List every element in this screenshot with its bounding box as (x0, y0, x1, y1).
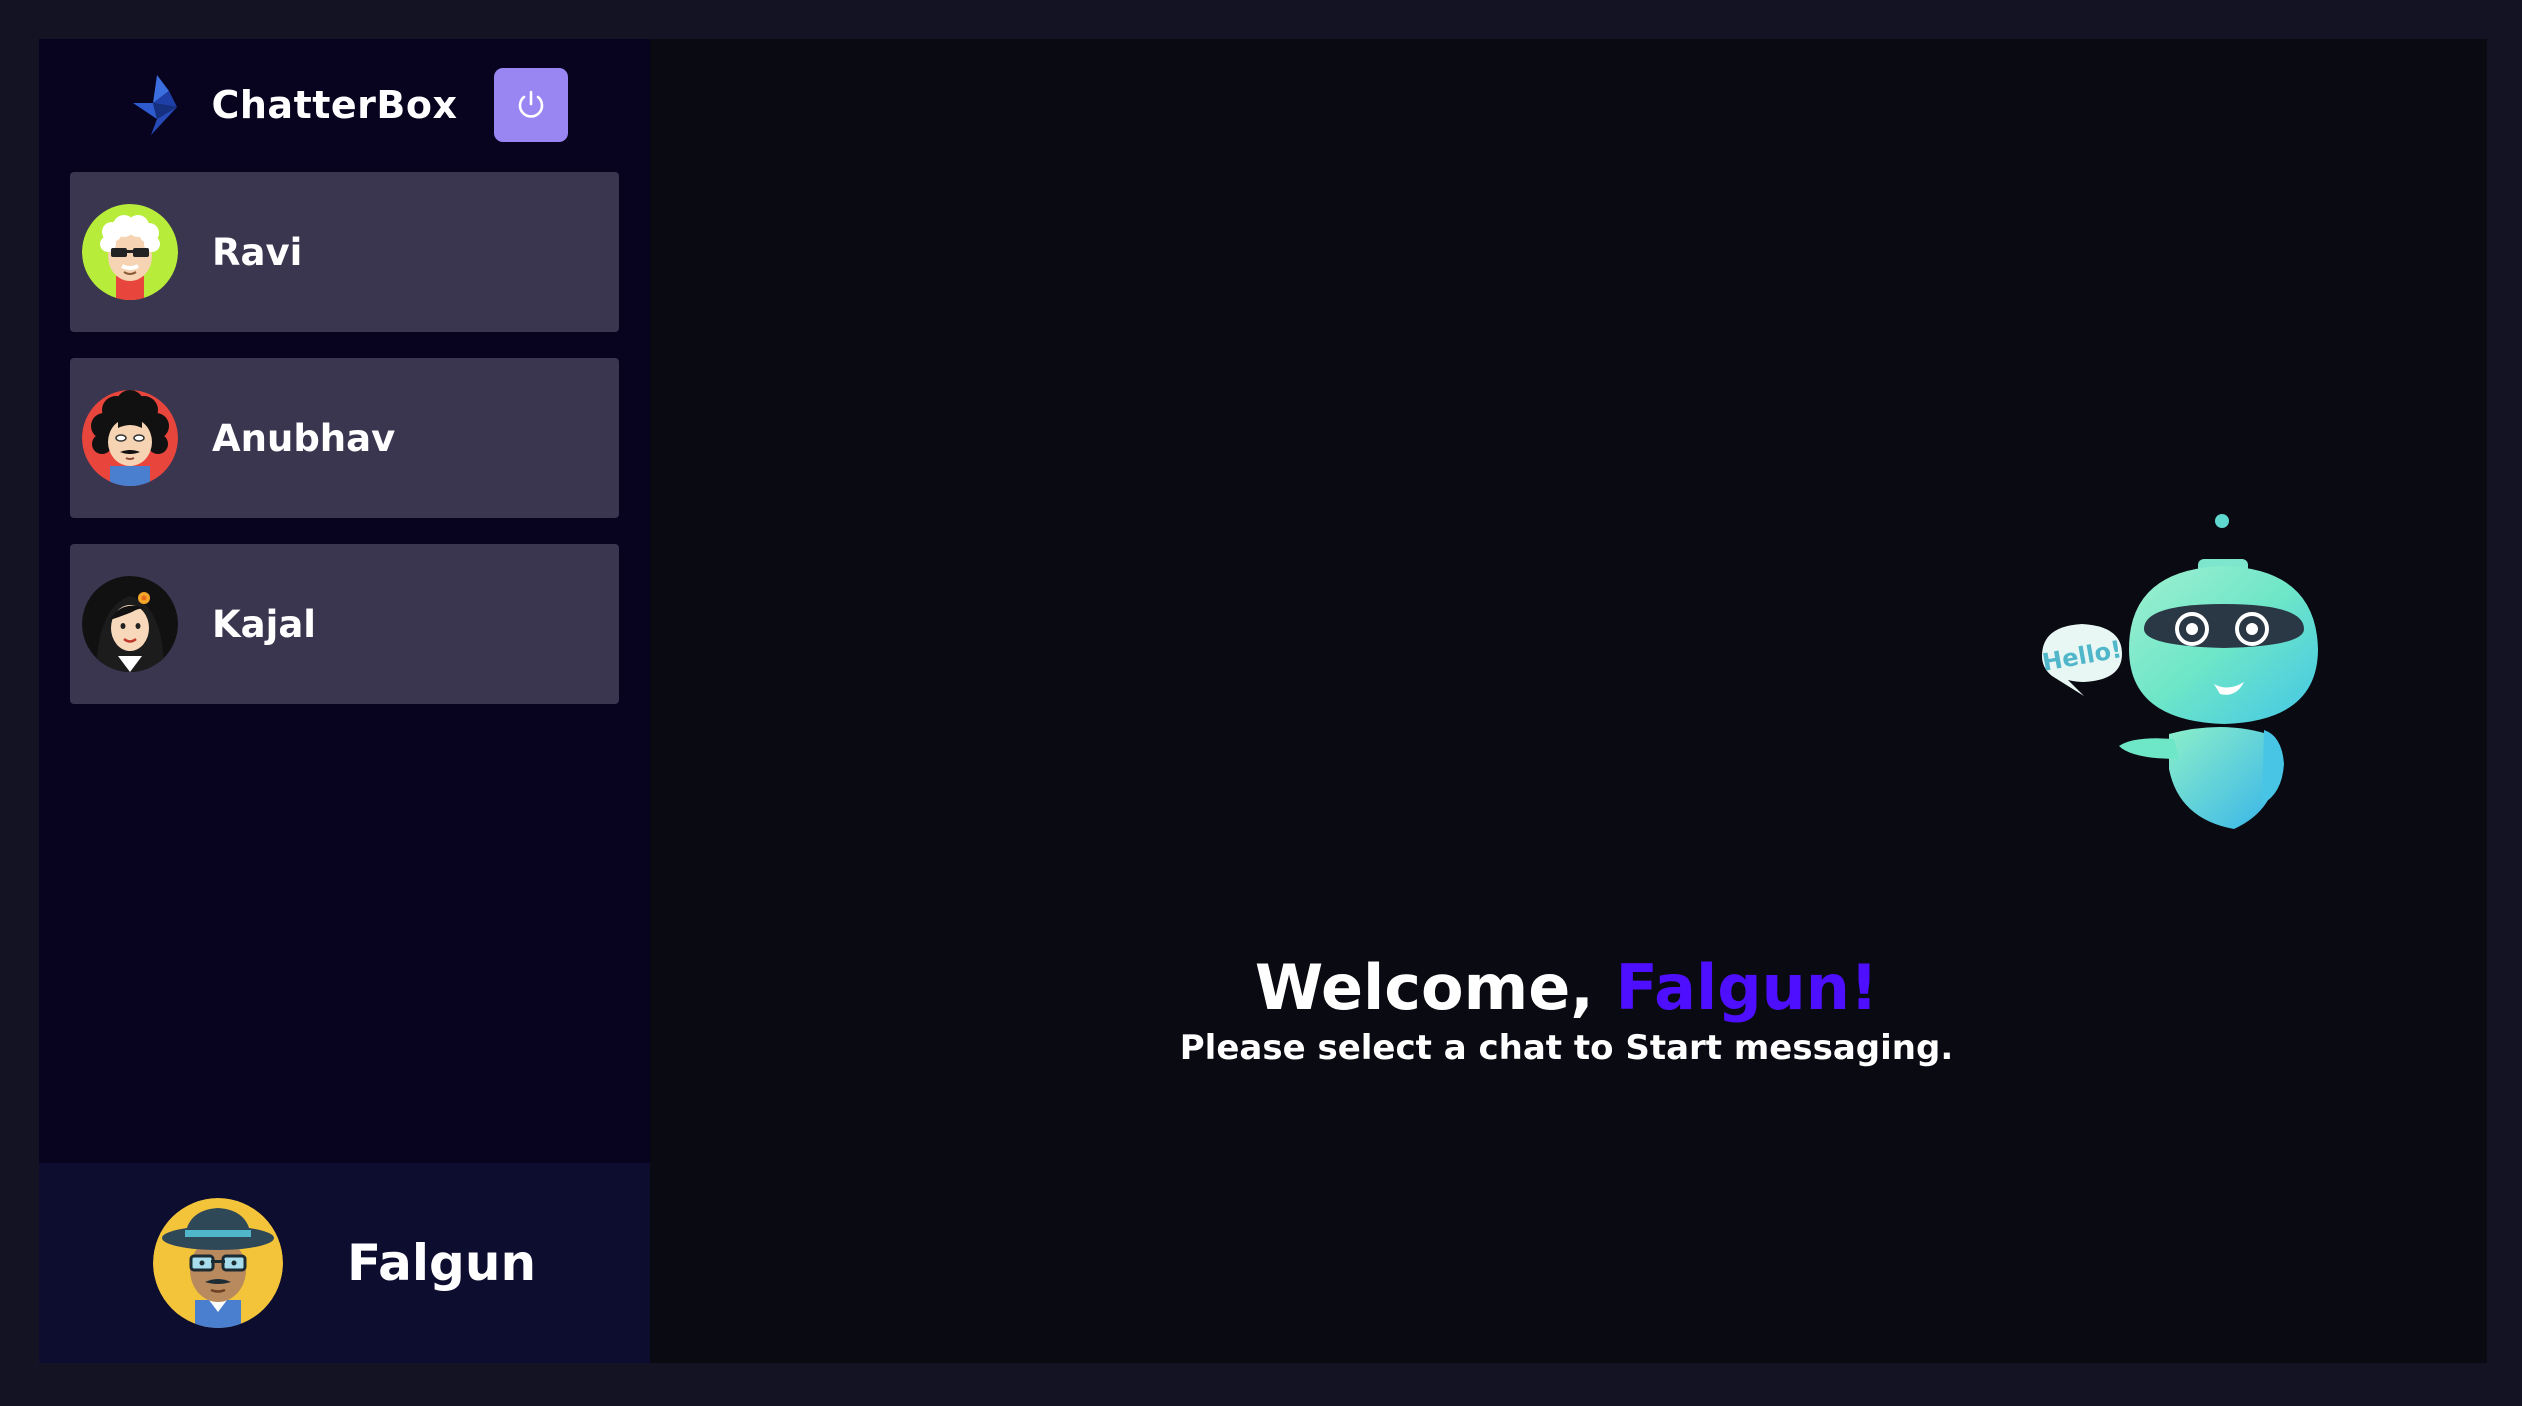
current-user-name: Falgun (346, 1234, 537, 1292)
contact-item-kajal[interactable]: Kajal (70, 544, 619, 704)
avatar-white-hair-sunglasses-icon (82, 204, 178, 300)
welcome-username: Falgun! (1615, 951, 1879, 1024)
robot-mascot-icon: Hello! (1964, 474, 2364, 844)
welcome-subtitle: Please select a chat to Start messaging. (1179, 1028, 1954, 1069)
avatar-curly-hair-mustache-icon (82, 390, 178, 486)
brand-header: ChatterBox (39, 39, 650, 171)
contact-name: Anubhav (212, 416, 396, 460)
app-window: ChatterBox Ravi Anubhav Kajal Falgun Hel… (39, 39, 2487, 1363)
contact-item-ravi[interactable]: Ravi (70, 172, 619, 332)
chat-panel: Hello! Welcome, Falgun! Please select a … (650, 39, 2487, 1363)
avatar-woman-flower-icon (82, 576, 178, 672)
contact-item-anubhav[interactable]: Anubhav (70, 358, 619, 518)
logout-button[interactable] (493, 68, 568, 142)
contact-list: Ravi Anubhav Kajal (39, 172, 650, 704)
avatar-hat-glasses-icon (152, 1198, 283, 1328)
chatterbox-logo-icon (121, 71, 189, 139)
brand-name: ChatterBox (211, 83, 458, 127)
contact-name: Kajal (212, 602, 316, 646)
welcome-heading: Welcome, Falgun! (648, 951, 2485, 1024)
current-user-bar: Falgun (39, 1163, 650, 1363)
welcome-greeting: Welcome, (1254, 951, 1616, 1024)
contact-name: Ravi (212, 230, 303, 274)
power-icon (518, 90, 543, 118)
welcome-message: Welcome, Falgun! Please select a chat to… (648, 951, 2487, 1069)
sidebar: ChatterBox Ravi Anubhav Kajal Falgun (39, 39, 650, 1363)
